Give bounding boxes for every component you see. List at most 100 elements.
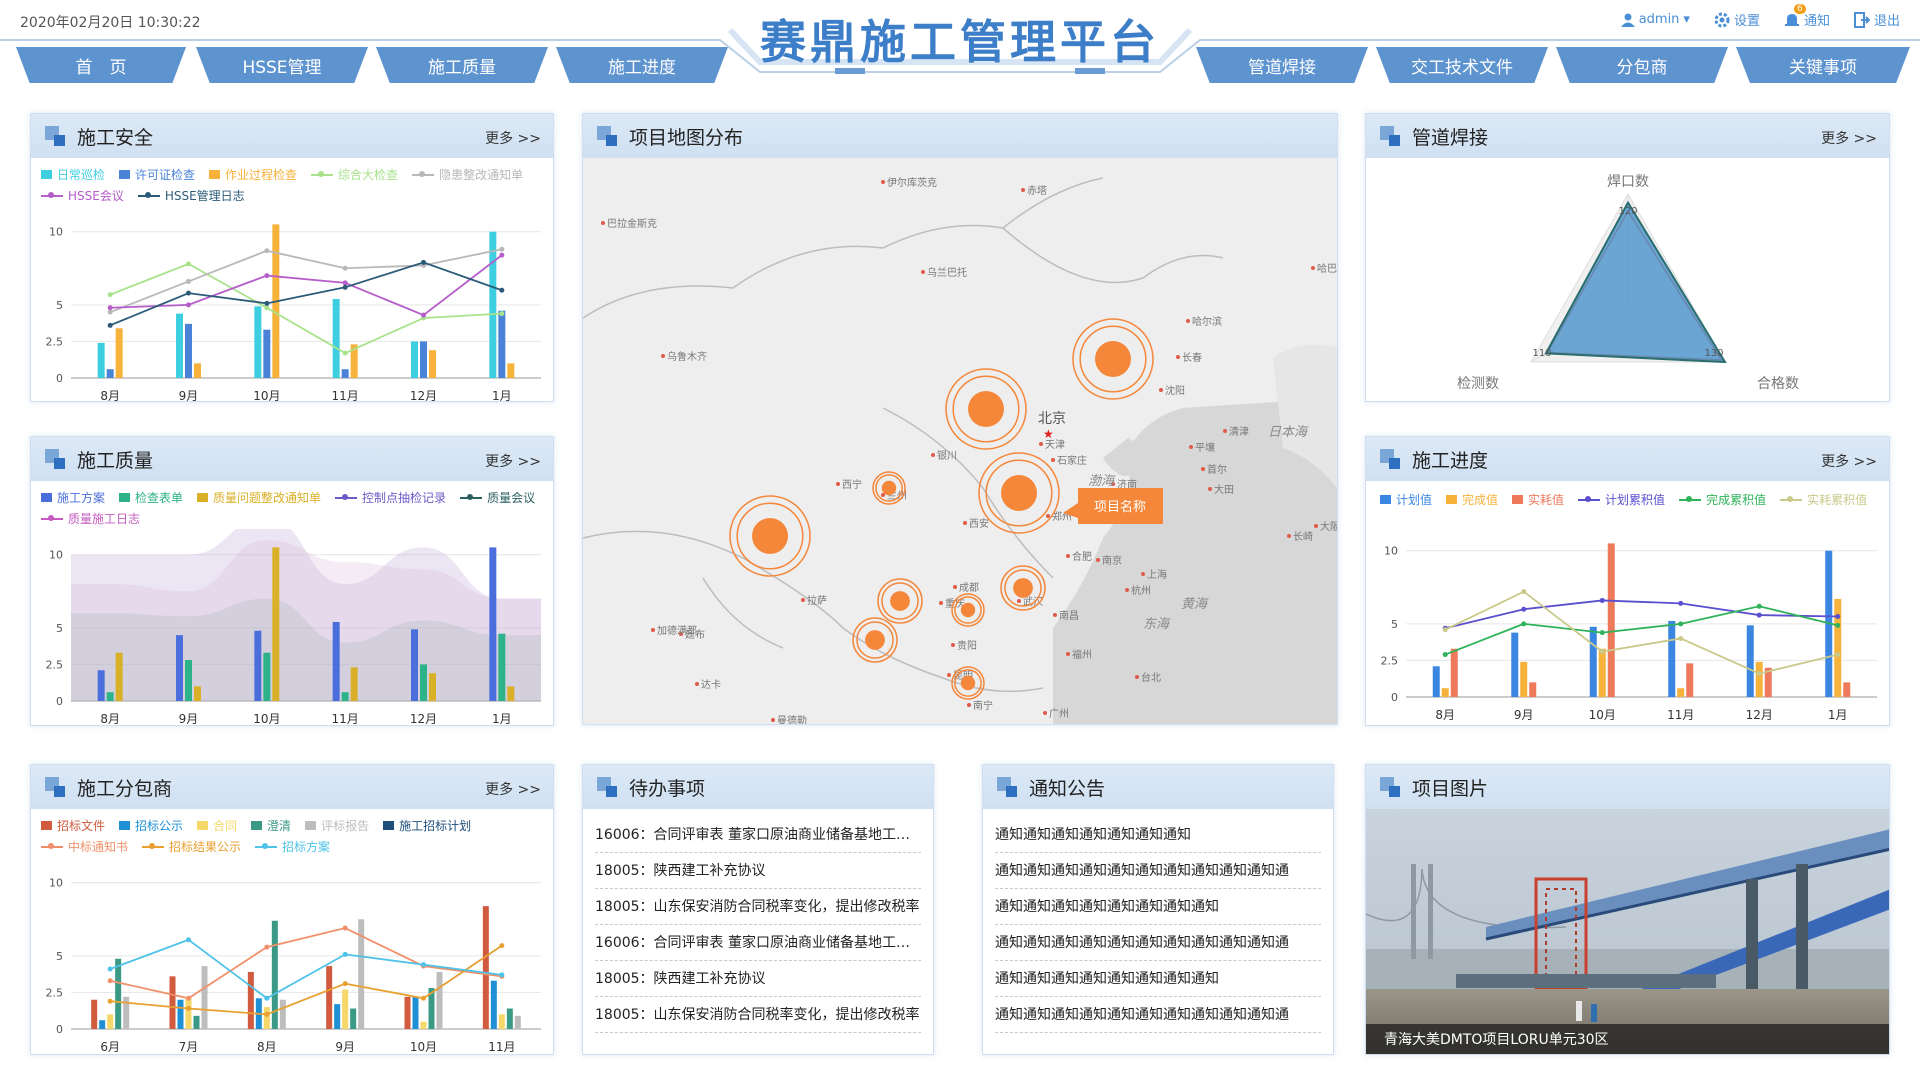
panel-square-icon bbox=[597, 126, 617, 146]
notice-item[interactable]: 通知通知通知通知通知通知通知通知通知通知通 bbox=[995, 925, 1321, 961]
city-dot bbox=[1021, 188, 1025, 192]
city-label: 南昌 bbox=[1059, 609, 1079, 622]
notice-item[interactable]: 通知通知通知通知通知通知通知通知 bbox=[995, 961, 1321, 997]
legend-item[interactable]: 施工方案 bbox=[41, 489, 105, 506]
todo-item[interactable]: 18005：山东保安消防合同税率变化，提出修改税率 bbox=[595, 889, 921, 925]
legend-swatch bbox=[137, 191, 160, 198]
bar bbox=[498, 633, 506, 701]
weld-more-link[interactable]: 更多 >> bbox=[1821, 128, 1877, 148]
legend-item[interactable]: HSSE管理日志 bbox=[137, 187, 245, 204]
notify-button[interactable]: 6 通知 bbox=[1784, 4, 1830, 29]
settings-button[interactable]: 设置 bbox=[1714, 10, 1760, 29]
nav-tab-hsse[interactable]: HSSE管理 bbox=[196, 47, 368, 83]
line-point bbox=[1678, 621, 1684, 627]
city-dot bbox=[1201, 467, 1205, 471]
legend-item[interactable]: 实耗值 bbox=[1512, 491, 1564, 508]
y-tick-label: 10 bbox=[49, 549, 63, 562]
notice-item[interactable]: 通知通知通知通知通知通知通知通知 bbox=[995, 889, 1321, 925]
progress-more-link[interactable]: 更多 >> bbox=[1821, 451, 1877, 471]
legend-item[interactable]: 计划累积值 bbox=[1578, 491, 1665, 508]
todo-item[interactable]: 16006：合同评审表 董家口原油商业储备基地工程... bbox=[595, 817, 921, 853]
legend-item[interactable]: 招标文件 bbox=[41, 817, 105, 834]
panel-square-icon bbox=[597, 777, 617, 797]
notice-panel-header: 通知公告 bbox=[983, 765, 1333, 809]
bar bbox=[263, 1007, 270, 1029]
notice-list: 通知通知通知通知通知通知通知 通知通知通知通知通知通知通知通知通知通知通 通知通… bbox=[983, 809, 1333, 1041]
todo-item[interactable]: 18005：陕西建工补充协议 bbox=[595, 961, 921, 997]
y-tick-label: 5 bbox=[56, 299, 63, 312]
legend-item[interactable]: 实耗累积值 bbox=[1780, 491, 1867, 508]
nav-tab-welding[interactable]: 管道焊接 bbox=[1196, 47, 1368, 83]
city-label: 西安 bbox=[969, 517, 989, 530]
line-point bbox=[1599, 630, 1605, 636]
legend-item[interactable]: 完成值 bbox=[1446, 491, 1498, 508]
panel-square-icon bbox=[1380, 126, 1400, 146]
nav-tab-key-items[interactable]: 关键事项 bbox=[1736, 47, 1910, 83]
safety-panel: 施工安全 更多 >> 日常巡检 许可证检查 作业过程检查 综合大检查 隐患整改通知单 HS… bbox=[30, 113, 554, 403]
legend-item[interactable]: 许可证检查 bbox=[119, 166, 195, 183]
legend-item[interactable]: 中标通知书 bbox=[41, 838, 128, 855]
legend-item[interactable]: 质量施工日志 bbox=[41, 510, 140, 527]
line-point bbox=[264, 248, 270, 254]
safety-more-link[interactable]: 更多 >> bbox=[485, 128, 541, 148]
legend-item[interactable]: 招标公示 bbox=[119, 817, 183, 834]
legend-item[interactable]: 招标方案 bbox=[255, 838, 330, 855]
safety-chart: 0 2.5 5 10 8月 9月 10月 11月 12月 1月 bbox=[46, 224, 541, 403]
legend-item[interactable]: 质量会议 bbox=[460, 489, 535, 506]
bar bbox=[263, 652, 271, 701]
legend-label: 招标公示 bbox=[135, 819, 184, 833]
legend-item[interactable]: HSSE会议 bbox=[41, 187, 124, 204]
notice-item[interactable]: 通知通知通知通知通知通知通知 bbox=[995, 817, 1321, 853]
radar-indicator-label: 焊口数 bbox=[1607, 174, 1649, 190]
user-menu[interactable]: admin ▾ bbox=[1620, 10, 1690, 29]
line-point bbox=[264, 1011, 270, 1017]
city-dot bbox=[1186, 319, 1190, 323]
legend-item[interactable]: 招标结果公示 bbox=[142, 838, 241, 855]
y-tick-label: 0 bbox=[56, 1023, 63, 1036]
project-photo[interactable]: 青海大美DMTO项目LORU单元30区 bbox=[1366, 809, 1889, 1054]
notice-item[interactable]: 通知通知通知通知通知通知通知通知通知通知通 bbox=[995, 853, 1321, 889]
legend-label: 控制点抽检记录 bbox=[362, 491, 447, 505]
nav-tab-quality[interactable]: 施工质量 bbox=[376, 47, 548, 83]
legend-item[interactable]: 日常巡检 bbox=[41, 166, 105, 183]
nav-tab-subcontractor[interactable]: 分包商 bbox=[1556, 47, 1728, 83]
radar-indicator-label: 合格数 bbox=[1757, 376, 1799, 392]
bar bbox=[411, 341, 418, 378]
legend-label: 质量会议 bbox=[487, 491, 536, 505]
legend-item[interactable]: 合同 bbox=[197, 817, 237, 834]
legend-item[interactable]: 控制点抽检记录 bbox=[335, 489, 446, 506]
line-point bbox=[1835, 652, 1841, 658]
legend-item[interactable]: 计划值 bbox=[1380, 491, 1432, 508]
subcontract-more-link[interactable]: 更多 >> bbox=[485, 779, 541, 799]
nav-tab-handover-docs[interactable]: 交工技术文件 bbox=[1376, 47, 1548, 83]
notice-item[interactable]: 通知通知通知通知通知通知通知通知通知通知通 bbox=[995, 997, 1321, 1033]
legend-item[interactable]: 施工招标计划 bbox=[383, 817, 471, 834]
legend-item[interactable]: 澄清 bbox=[251, 817, 291, 834]
legend-item[interactable]: 隐患整改通知单 bbox=[412, 166, 523, 183]
legend-swatch bbox=[1578, 495, 1601, 502]
radar-series bbox=[1544, 200, 1727, 364]
project-map[interactable]: 伊尔库茨克赤塔巴拉金斯克乌兰巴托哈尔滨乌鲁木齐 长春沈阳天津银川 石家庄平壤首尔西宁… bbox=[583, 158, 1337, 724]
legend-item[interactable]: 综合大检查 bbox=[311, 166, 398, 183]
legend-item[interactable]: 质量问题整改通知单 bbox=[197, 489, 321, 506]
legend-label: 招标文件 bbox=[57, 819, 106, 833]
bar bbox=[97, 342, 105, 378]
bar bbox=[507, 363, 515, 378]
nav-tab-progress[interactable]: 施工进度 bbox=[556, 47, 728, 83]
legend-item[interactable]: 完成累积值 bbox=[1679, 491, 1766, 508]
bar bbox=[429, 350, 436, 378]
legend-item[interactable]: 检查表单 bbox=[119, 489, 183, 506]
bar bbox=[332, 622, 340, 701]
nav-tab-home[interactable]: 首 页 bbox=[16, 47, 186, 83]
todo-item[interactable]: 16006：合同评审表 董家口原油商业储备基地工程... bbox=[595, 925, 921, 961]
legend-item[interactable]: 作业过程检查 bbox=[209, 166, 297, 183]
legend-swatch bbox=[311, 170, 334, 177]
bar bbox=[201, 966, 208, 1029]
line-point bbox=[107, 966, 113, 972]
todo-item[interactable]: 18005：山东保安消防合同税率变化，提出修改税率 bbox=[595, 997, 921, 1033]
legend-item[interactable]: 评标报告 bbox=[305, 817, 369, 834]
todo-item[interactable]: 18005：陕西建工补充协议 bbox=[595, 853, 921, 889]
logout-button[interactable]: 退出 bbox=[1853, 10, 1900, 29]
quality-more-link[interactable]: 更多 >> bbox=[485, 451, 541, 471]
line-point bbox=[499, 311, 505, 317]
